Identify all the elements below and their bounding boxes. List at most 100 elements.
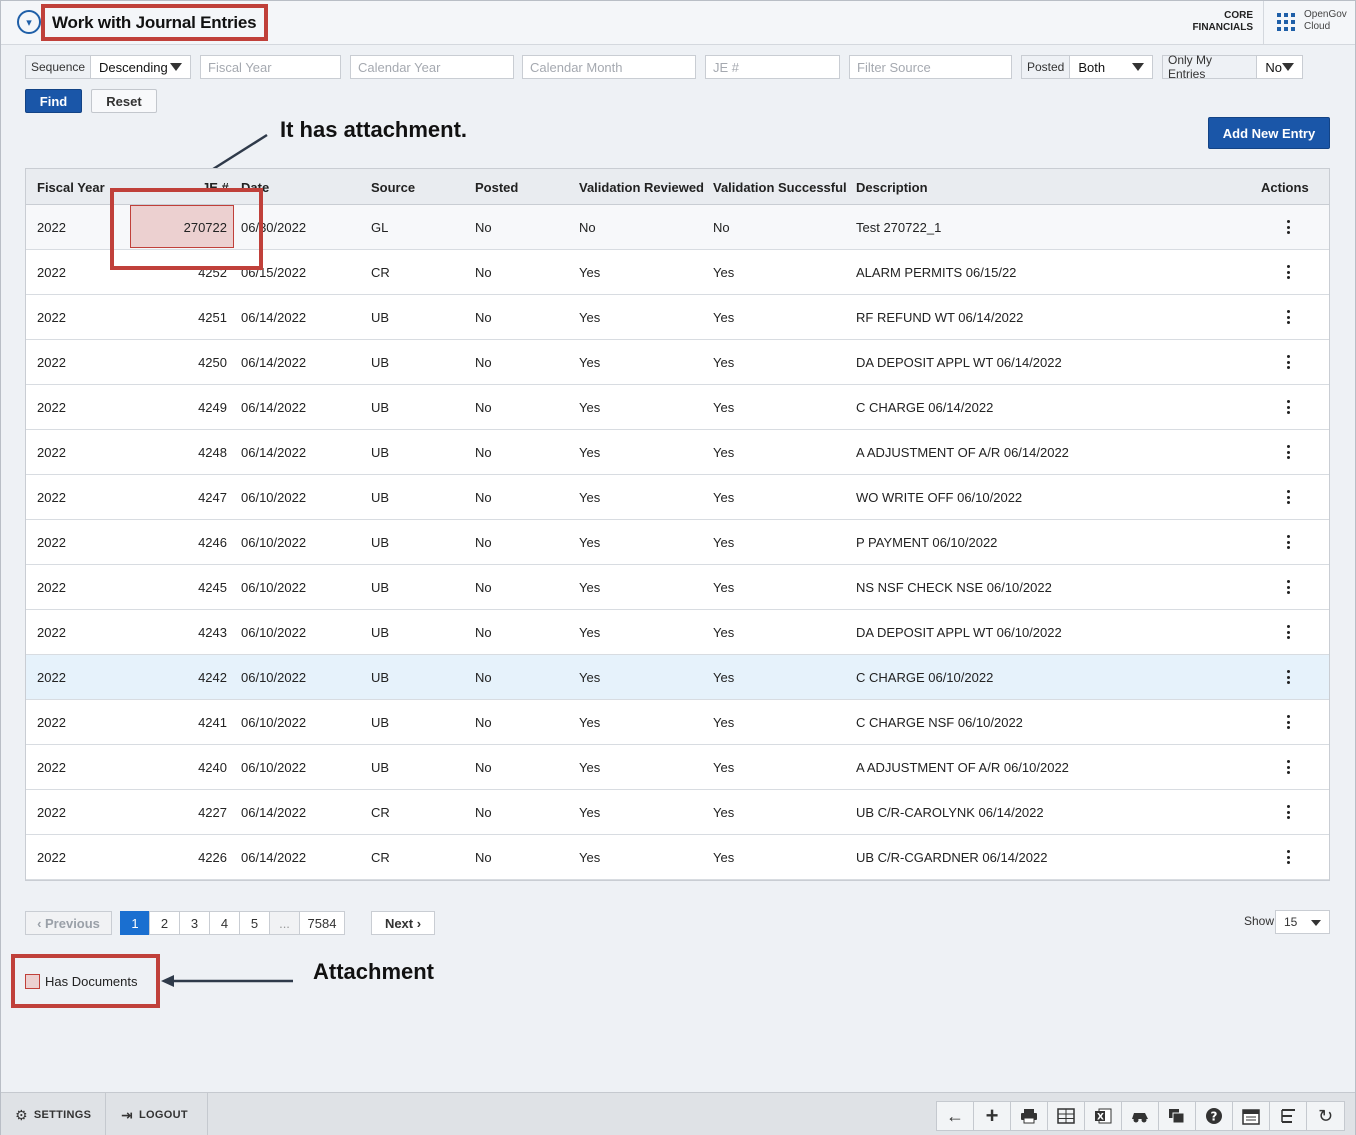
sequence-select[interactable]: Sequence Descending: [25, 55, 191, 79]
table-row[interactable]: 2022 4245 06/10/2022 UB No Yes Yes NS NSF CHECK…: [26, 565, 1329, 610]
table-row[interactable]: 2022 4240 06/10/2022 UB No Yes Yes A ADJUSTMENT…: [26, 745, 1329, 790]
cell-posted: No: [475, 220, 492, 235]
tree-icon[interactable]: [1270, 1102, 1307, 1130]
page-button[interactable]: 1: [120, 911, 150, 935]
footer-bar: ⚙ SETTINGS ⇥ LOGOUT ← + X ? ↻: [1, 1092, 1355, 1135]
cell-source: UB: [371, 490, 390, 505]
cell-je-number: 4251: [198, 310, 227, 325]
posted-select[interactable]: Posted Both: [1021, 55, 1153, 79]
previous-page-button[interactable]: ‹ Previous: [25, 911, 112, 935]
page-button[interactable]: 2: [149, 911, 180, 935]
back-arrow-icon[interactable]: ←: [937, 1102, 974, 1130]
cell-description: ALARM PERMITS 06/15/22: [856, 265, 1017, 280]
row-actions-menu-icon[interactable]: [1286, 220, 1290, 234]
col-validation-reviewed[interactable]: Validation Reviewed: [579, 180, 704, 195]
row-actions-menu-icon[interactable]: [1286, 625, 1290, 639]
cell-date: 06/10/2022: [241, 580, 307, 595]
cell-je-number: 4241: [198, 715, 227, 730]
row-actions-menu-icon[interactable]: [1286, 850, 1290, 864]
table-row[interactable]: 2022 4252 06/15/2022 CR No Yes Yes ALARM PERMIT…: [26, 250, 1329, 295]
row-actions-menu-icon[interactable]: [1286, 400, 1290, 414]
calendar-year-input[interactable]: [351, 56, 534, 78]
row-actions-menu-icon[interactable]: [1286, 490, 1290, 504]
row-actions-menu-icon[interactable]: [1286, 760, 1290, 774]
cell-source: UB: [371, 445, 390, 460]
chevron-down-icon: [1282, 63, 1294, 71]
col-je-number[interactable]: JE #: [202, 180, 229, 195]
chevron-down-icon: [1132, 63, 1144, 71]
table-row[interactable]: 2022 4250 06/14/2022 UB No Yes Yes DA DEPOSIT A…: [26, 340, 1329, 385]
table-row[interactable]: 2022 4242 06/10/2022 UB No Yes Yes C CHARGE 06/…: [26, 655, 1329, 700]
row-actions-menu-icon[interactable]: [1286, 715, 1290, 729]
cell-validation-reviewed: Yes: [579, 670, 601, 685]
table-row[interactable]: 2022 4227 06/14/2022 CR No Yes Yes UB C/R-CAROL…: [26, 790, 1329, 835]
action-toolbar: ← + X ? ↻: [936, 1101, 1345, 1131]
add-new-entry-button[interactable]: Add New Entry: [1208, 117, 1330, 149]
col-date[interactable]: Date: [241, 180, 269, 195]
cell-validation-reviewed: Yes: [579, 400, 601, 415]
calendar-icon[interactable]: [1233, 1102, 1270, 1130]
cell-description: Test 270722_1: [856, 220, 942, 235]
help-icon[interactable]: ?: [1196, 1102, 1233, 1130]
cell-validation-successful: Yes: [713, 310, 735, 325]
col-fiscal-year[interactable]: Fiscal Year: [37, 180, 105, 195]
table-row[interactable]: 2022 270722 06/30/2022 GL No No No Test 270722_…: [26, 205, 1329, 250]
cell-description: UB C/R-CAROLYNK 06/14/2022: [856, 805, 1044, 820]
cell-validation-successful: Yes: [713, 535, 735, 550]
row-actions-menu-icon[interactable]: [1286, 310, 1290, 324]
row-actions-menu-icon[interactable]: [1286, 355, 1290, 369]
grid-icon[interactable]: [1048, 1102, 1085, 1130]
table-row[interactable]: 2022 4226 06/14/2022 CR No Yes Yes UB C/R-CGARD…: [26, 835, 1329, 880]
cell-source: UB: [371, 760, 390, 775]
table-row[interactable]: 2022 4243 06/10/2022 UB No Yes Yes DA DEPOSIT A…: [26, 610, 1329, 655]
cell-date: 06/15/2022: [241, 265, 307, 280]
page-size-select[interactable]: 15: [1275, 910, 1330, 934]
cell-je-number: 4227: [198, 805, 227, 820]
plus-icon[interactable]: +: [974, 1102, 1011, 1130]
brand-core-line1: CORE: [1224, 10, 1253, 21]
col-description[interactable]: Description: [856, 180, 928, 195]
cell-source: GL: [371, 220, 389, 235]
cell-je-number: 4247: [198, 490, 227, 505]
only-my-entries-select[interactable]: Only My Entries No: [1162, 53, 1303, 81]
cell-date: 06/10/2022: [241, 760, 307, 775]
car-icon[interactable]: [1122, 1102, 1159, 1130]
print-icon[interactable]: [1011, 1102, 1048, 1130]
logout-button[interactable]: ⇥ LOGOUT: [107, 1093, 202, 1135]
row-actions-menu-icon[interactable]: [1286, 580, 1290, 594]
excel-icon[interactable]: X: [1085, 1102, 1122, 1130]
calendar-month-input[interactable]: [523, 56, 706, 78]
row-actions-menu-icon[interactable]: [1286, 535, 1290, 549]
cell-fiscal-year: 2022: [37, 445, 66, 460]
col-posted[interactable]: Posted: [475, 180, 518, 195]
table-row[interactable]: 2022 4247 06/10/2022 UB No Yes Yes WO WRITE OFF…: [26, 475, 1329, 520]
app-grid-icon[interactable]: [1277, 13, 1295, 31]
cell-validation-reviewed: Yes: [579, 445, 601, 460]
row-actions-menu-icon[interactable]: [1286, 805, 1290, 819]
table-row[interactable]: 2022 4246 06/10/2022 UB No Yes Yes P PAYMENT 06…: [26, 520, 1329, 565]
settings-button[interactable]: ⚙ SETTINGS: [1, 1093, 105, 1135]
cell-posted: No: [475, 670, 492, 685]
find-button[interactable]: Find: [25, 89, 82, 113]
table-row[interactable]: 2022 4248 06/14/2022 UB No Yes Yes A ADJUSTMENT…: [26, 430, 1329, 475]
layers-icon[interactable]: [1159, 1102, 1196, 1130]
table-row[interactable]: 2022 4249 06/14/2022 UB No Yes Yes C CHARGE 06/…: [26, 385, 1329, 430]
brand-opengov: OpenGov Cloud: [1304, 9, 1347, 33]
col-source[interactable]: Source: [371, 180, 415, 195]
row-actions-menu-icon[interactable]: [1286, 445, 1290, 459]
page-button[interactable]: 3: [179, 911, 210, 935]
next-page-button[interactable]: Next ›: [371, 911, 435, 935]
col-validation-successful[interactable]: Validation Successful: [713, 180, 847, 195]
row-actions-menu-icon[interactable]: [1286, 670, 1290, 684]
page-button[interactable]: 5: [239, 911, 270, 935]
refresh-icon[interactable]: ↻: [1307, 1102, 1344, 1130]
page-button[interactable]: 7584: [299, 911, 345, 935]
row-actions-menu-icon[interactable]: [1286, 265, 1290, 279]
app-menu-icon[interactable]: ▾: [17, 10, 41, 34]
filter-source-input[interactable]: [850, 56, 1033, 78]
table-row[interactable]: 2022 4251 06/14/2022 UB No Yes Yes RF REFUND WT…: [26, 295, 1329, 340]
table-row[interactable]: 2022 4241 06/10/2022 UB No Yes Yes C CHARGE NSF…: [26, 700, 1329, 745]
has-documents-swatch: [25, 973, 40, 989]
reset-button[interactable]: Reset: [91, 89, 157, 113]
page-button[interactable]: 4: [209, 911, 240, 935]
